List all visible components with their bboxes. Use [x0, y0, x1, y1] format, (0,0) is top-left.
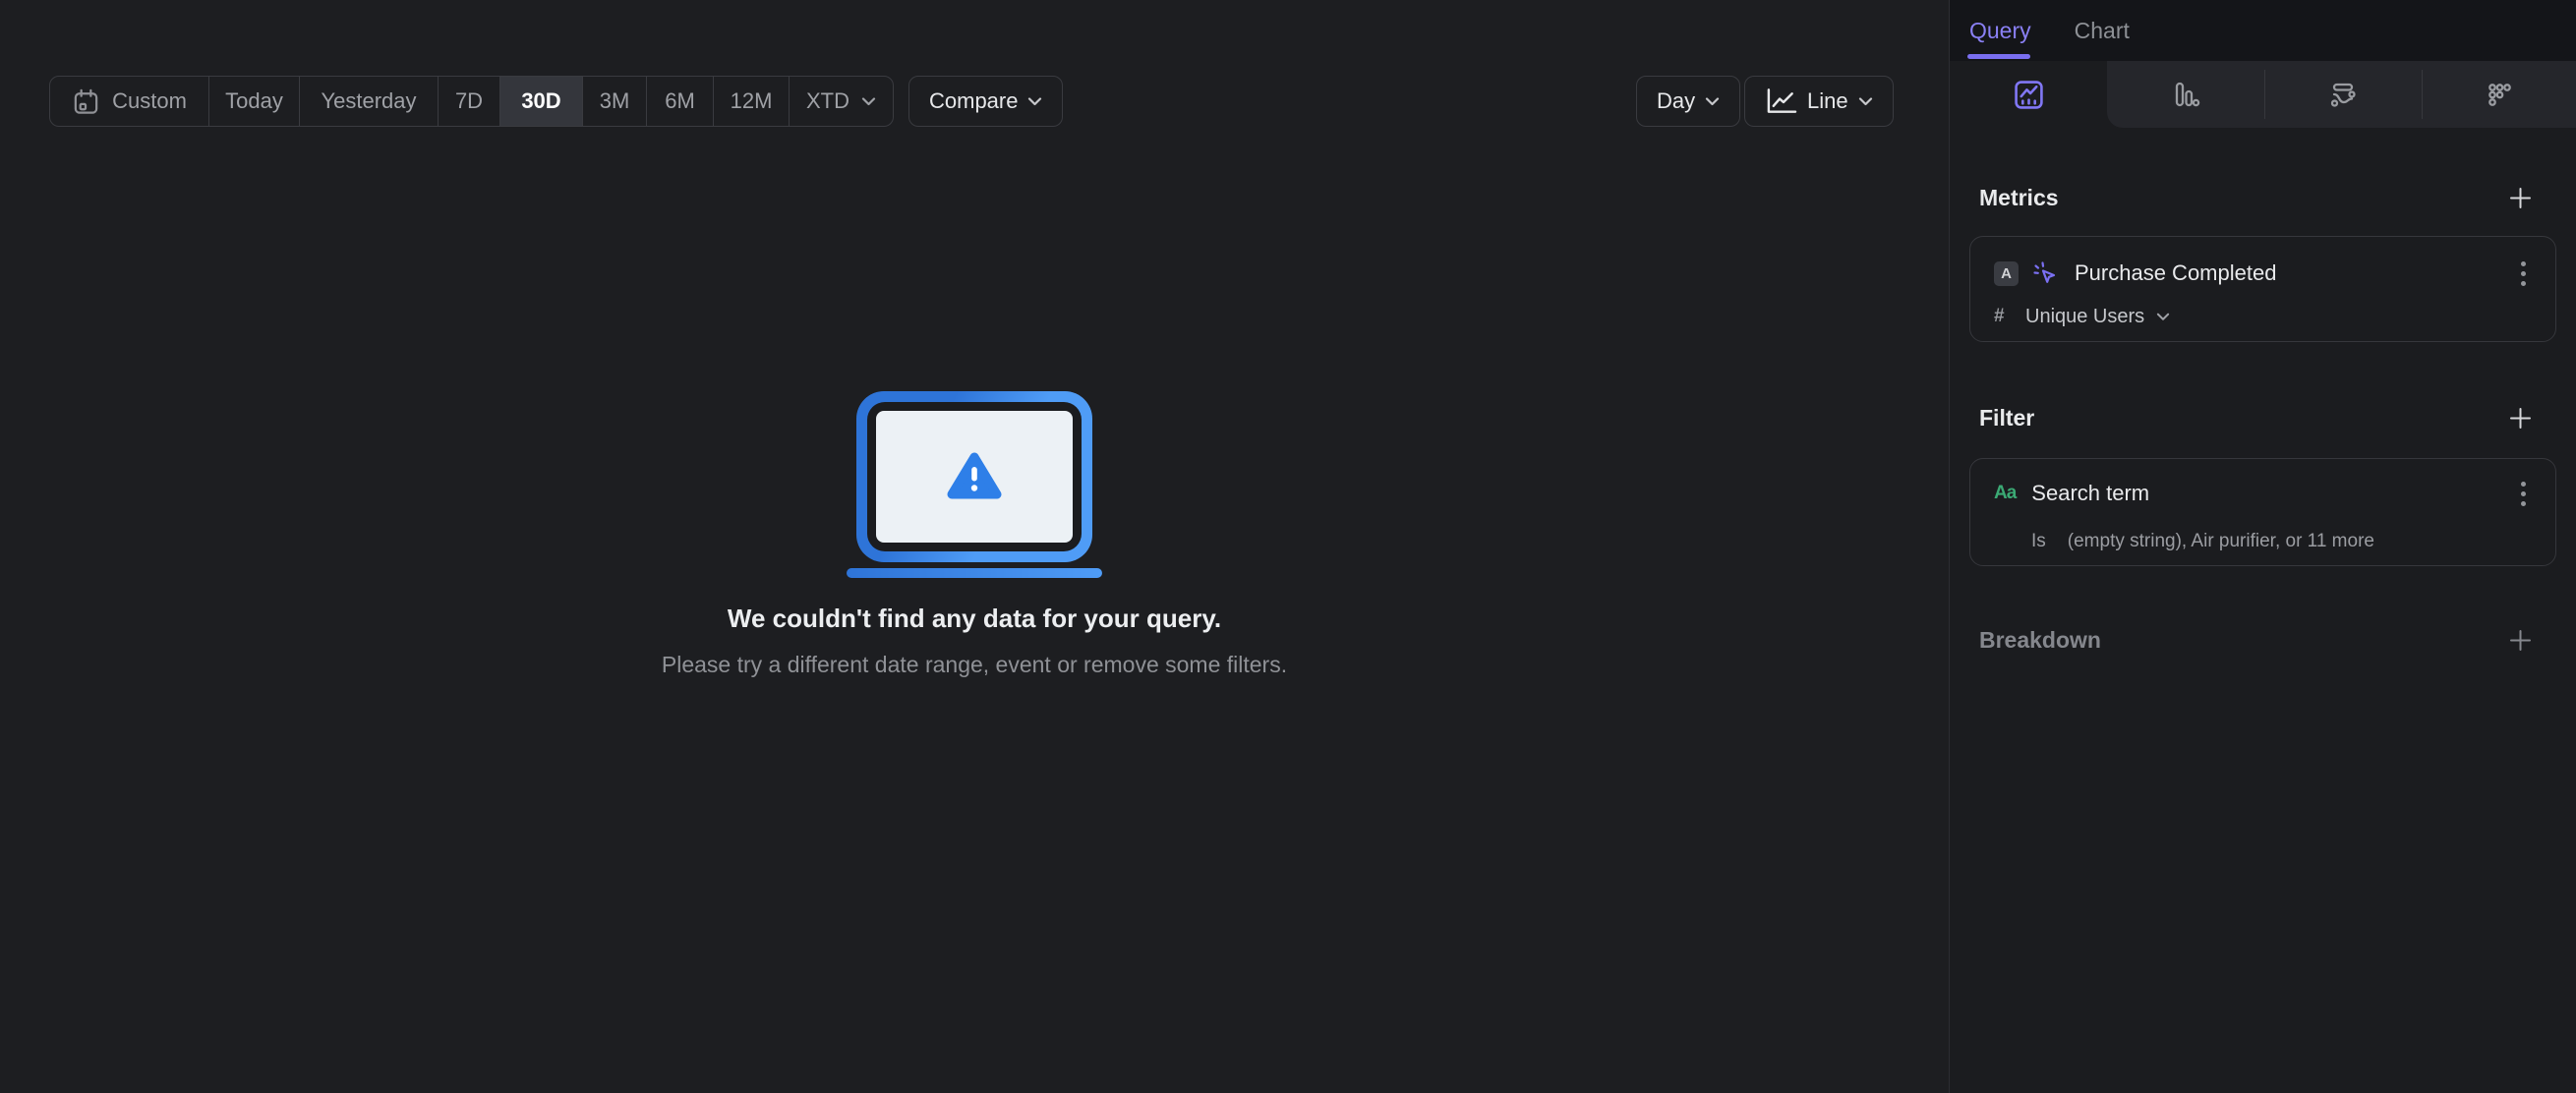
filter-condition[interactable]: Is (empty string), Air purifier, or 11 m…: [1994, 530, 2530, 553]
event-click-icon: [2033, 260, 2056, 283]
active-tab-underline: [1967, 54, 2030, 59]
filter-operator: Is: [2031, 531, 2046, 551]
string-property-icon: Aa: [1994, 483, 2017, 503]
laptop-illustration: [856, 391, 1092, 562]
date-range-xtd[interactable]: XTD: [790, 77, 893, 126]
tab-funnels[interactable]: [2107, 61, 2264, 128]
aggregation-prefix: #: [1994, 306, 2005, 326]
add-breakdown-button[interactable]: [2508, 628, 2533, 653]
compare-button[interactable]: Compare: [908, 76, 1064, 127]
filter-values: (empty string), Air purifier, or 11 more: [2067, 531, 2374, 551]
add-metric-button[interactable]: [2508, 186, 2533, 210]
line-chart-icon: [1767, 88, 1797, 113]
chevron-down-icon: [861, 96, 876, 105]
tab-flows[interactable]: [2264, 61, 2422, 128]
aggregation-label: Unique Users: [2025, 305, 2145, 327]
sidebar-header: Query Chart: [1950, 0, 2576, 61]
metric-aggregation-selector[interactable]: # Unique Users: [1994, 304, 2530, 329]
filter-property-name[interactable]: Search term: [2031, 481, 2149, 506]
add-filter-button[interactable]: [2508, 406, 2533, 431]
funnel-bars-icon: [2175, 82, 2200, 107]
filter-options-menu[interactable]: [2517, 478, 2530, 510]
date-range-label: Custom: [112, 88, 187, 113]
tab-insights[interactable]: [1950, 61, 2107, 128]
retention-dots-icon: [2488, 83, 2511, 106]
metrics-section-header: Metrics: [1969, 183, 2556, 212]
breakdown-heading: Breakdown: [1979, 626, 2101, 653]
chevron-down-icon: [1706, 96, 1720, 105]
main-chart-area: Custom Today Yesterday 7D 30D 3M 6M 12M …: [0, 0, 1949, 1093]
metrics-heading: Metrics: [1979, 184, 2059, 210]
date-range-12m[interactable]: 12M: [714, 77, 790, 126]
insights-icon: [2014, 80, 2043, 109]
tab-retention[interactable]: [2422, 61, 2576, 128]
report-type-tabs: [1950, 61, 2576, 128]
chevron-down-icon: [1858, 96, 1872, 105]
calendar-icon: [74, 88, 98, 114]
empty-state-subtitle: Please try a different date range, event…: [661, 652, 1288, 677]
flows-icon: [2330, 83, 2356, 107]
query-builder-sidebar: Query Chart Metrics A Purchase Completed…: [1949, 0, 2576, 1093]
date-range-3m[interactable]: 3M: [583, 77, 647, 126]
filter-section-header: Filter: [1969, 403, 2556, 432]
metric-card[interactable]: A Purchase Completed # Unique Users: [1969, 236, 2556, 342]
breakdown-section-header: Breakdown: [1969, 625, 2556, 655]
date-range-custom[interactable]: Custom: [50, 77, 209, 126]
empty-state-title: We couldn't find any data for your query…: [727, 604, 1222, 633]
filter-card[interactable]: Aa Search term Is (empty string), Air pu…: [1969, 458, 2556, 566]
tab-query[interactable]: Query: [1969, 18, 2031, 44]
query-panel: Metrics A Purchase Completed # Unique Us…: [1950, 128, 2576, 655]
plus-icon: [2510, 629, 2531, 651]
granularity-button[interactable]: Day: [1636, 76, 1741, 127]
date-range-yesterday[interactable]: Yesterday: [300, 77, 439, 126]
tab-chart[interactable]: Chart: [2075, 18, 2130, 44]
empty-state: We couldn't find any data for your query…: [0, 391, 1949, 678]
date-range-today[interactable]: Today: [209, 77, 300, 126]
date-range-6m[interactable]: 6M: [647, 77, 714, 126]
plus-icon: [2510, 407, 2531, 429]
metric-series-badge: A: [1994, 260, 2019, 286]
warning-triangle-icon: [947, 452, 1002, 499]
plus-icon: [2510, 187, 2531, 208]
chart-type-button[interactable]: Line: [1744, 76, 1894, 127]
metric-options-menu[interactable]: [2517, 258, 2530, 290]
filter-heading: Filter: [1979, 404, 2035, 431]
chevron-down-icon: [1028, 96, 1042, 105]
chevron-down-icon: [2157, 313, 2170, 320]
date-range-7d[interactable]: 7D: [439, 77, 500, 126]
metric-event-name[interactable]: Purchase Completed: [2075, 260, 2276, 286]
date-range-selector: Custom Today Yesterday 7D 30D 3M 6M 12M …: [49, 76, 894, 127]
laptop-base: [847, 568, 1102, 578]
date-range-30d[interactable]: 30D: [500, 77, 583, 126]
